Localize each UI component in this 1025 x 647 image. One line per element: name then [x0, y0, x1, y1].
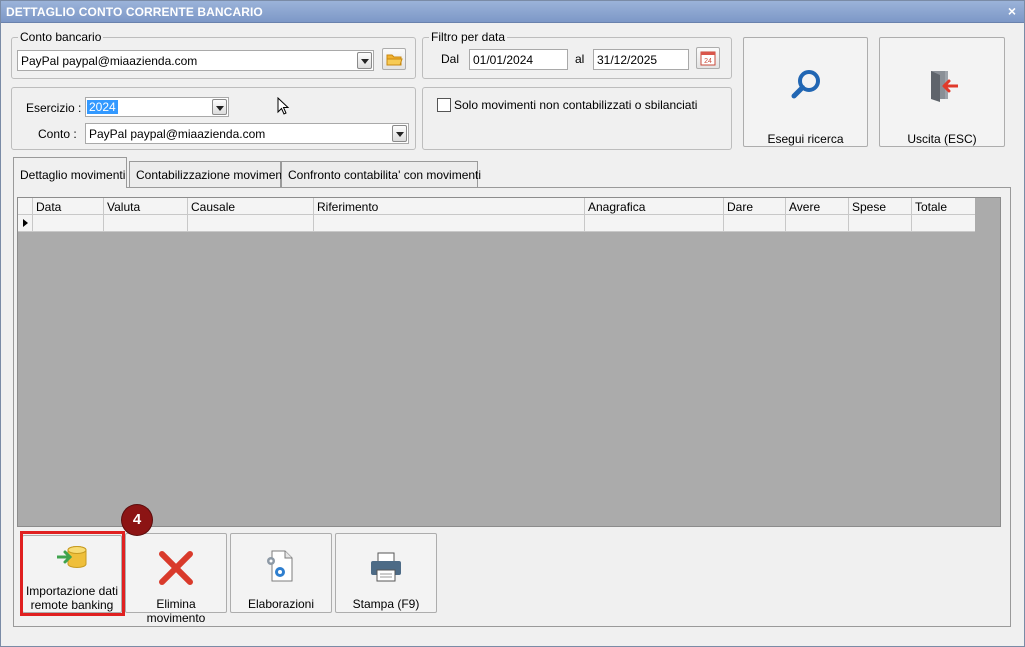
table-cell[interactable]	[723, 215, 785, 232]
column-header-avere[interactable]: Avere	[785, 198, 848, 215]
conto-label: Conto :	[38, 127, 77, 141]
mouse-cursor-icon	[277, 97, 290, 115]
conto-value: PayPal paypal@miaazienda.com	[89, 127, 266, 141]
folder-icon	[386, 54, 403, 66]
unposted-only-checkbox[interactable]	[437, 98, 451, 112]
window-title: DETTAGLIO CONTO CORRENTE BANCARIO	[6, 5, 263, 19]
calendar-day: 24	[704, 58, 712, 65]
grid-header: Data Valuta Causale Riferimento Anagrafi…	[18, 198, 975, 215]
esercizio-select[interactable]: 2024	[85, 97, 229, 117]
tab-confronto-contabilita[interactable]: Confronto contabilita' con movimenti	[281, 161, 482, 187]
column-header-valuta[interactable]: Valuta	[103, 198, 187, 215]
open-account-button[interactable]	[382, 48, 406, 70]
unposted-only-label: Solo movimenti non contabilizzati o sbil…	[454, 98, 698, 112]
processing-button-label: Elaborazioni	[247, 597, 315, 611]
main-window: DETTAGLIO CONTO CORRENTE BANCARIO × Cont…	[0, 0, 1025, 647]
row-indicator-icon	[18, 215, 32, 232]
al-label: al	[575, 52, 585, 66]
column-header-causale[interactable]: Causale	[187, 198, 313, 215]
tab-contabilizzazione-movimenti[interactable]: Contabilizzazione movimenti	[129, 161, 288, 187]
exit-button-label: Uscita (ESC)	[907, 132, 977, 146]
exit-door-icon	[931, 71, 958, 102]
column-header-dare[interactable]: Dare	[723, 198, 785, 215]
movements-grid[interactable]: Data Valuta Causale Riferimento Anagrafi…	[17, 197, 1001, 527]
column-header-spese[interactable]: Spese	[848, 198, 911, 215]
search-button-label: Esegui ricerca	[767, 132, 844, 146]
filtro-data-group: Filtro per data Dal 01/01/2024 al 31/12/…	[422, 30, 732, 79]
conto-bancario-group: Conto bancario PayPal paypal@miaazienda.…	[11, 30, 416, 79]
search-button[interactable]: Esegui ricerca	[743, 37, 868, 147]
tab-label: Confronto contabilita' con movimenti	[288, 168, 482, 182]
table-cell[interactable]	[103, 215, 187, 232]
tab-label: Contabilizzazione movimenti	[136, 168, 289, 182]
printer-icon	[371, 552, 401, 582]
processing-button[interactable]: Elaborazioni	[230, 533, 332, 613]
dal-label: Dal	[441, 52, 460, 66]
column-header-anagrafica[interactable]: Anagrafica	[584, 198, 723, 215]
search-icon	[791, 70, 820, 99]
table-cell[interactable]	[848, 215, 911, 232]
calendar-icon: 24	[700, 51, 716, 66]
filtro-data-legend: Filtro per data	[429, 30, 508, 44]
delete-button-label: Elimina movimento	[146, 597, 206, 625]
step-number-badge: 4	[122, 505, 152, 535]
table-cell[interactable]	[187, 215, 313, 232]
column-header-riferimento[interactable]: Riferimento	[313, 198, 584, 215]
esercizio-group: Esercizio : 2024 Conto : PayPal paypal@m…	[11, 87, 416, 150]
print-button[interactable]: Stampa (F9)	[335, 533, 437, 613]
step-highlight-box	[20, 531, 125, 616]
conto-select[interactable]: PayPal paypal@miaazienda.com	[85, 123, 409, 144]
esercizio-value: 2024	[87, 100, 118, 114]
chevron-down-icon[interactable]	[212, 99, 227, 115]
tab-dettaglio-movimenti[interactable]: Dettaglio movimenti	[13, 157, 127, 188]
conto-bancario-select[interactable]: PayPal paypal@miaazienda.com	[17, 50, 374, 71]
column-header-data[interactable]: Data	[32, 198, 103, 215]
table-cell[interactable]	[584, 215, 723, 232]
close-icon[interactable]: ×	[1008, 3, 1016, 19]
date-from-input[interactable]: 01/01/2024	[469, 49, 568, 70]
column-header-totale[interactable]: Totale	[911, 198, 975, 215]
table-row[interactable]	[18, 215, 975, 232]
filter-option-group: Solo movimenti non contabilizzati o sbil…	[422, 87, 732, 150]
title-bar: DETTAGLIO CONTO CORRENTE BANCARIO ×	[1, 1, 1024, 23]
chevron-down-icon[interactable]	[392, 125, 407, 142]
conto-bancario-legend: Conto bancario	[18, 30, 104, 44]
table-cell[interactable]	[911, 215, 975, 232]
table-cell[interactable]	[313, 215, 584, 232]
print-button-label: Stampa (F9)	[352, 597, 420, 611]
delete-x-icon	[159, 551, 193, 585]
document-gear-icon	[267, 550, 293, 582]
table-cell[interactable]	[785, 215, 848, 232]
chevron-down-icon[interactable]	[357, 52, 372, 69]
table-cell[interactable]	[32, 215, 103, 232]
date-to-input[interactable]: 31/12/2025	[593, 49, 689, 70]
exit-button[interactable]: Uscita (ESC)	[879, 37, 1005, 147]
calendar-button[interactable]: 24	[696, 47, 720, 69]
delete-movement-button[interactable]: Elimina movimento	[125, 533, 227, 625]
esercizio-label: Esercizio :	[26, 101, 82, 115]
tab-label: Dettaglio movimenti	[20, 168, 126, 182]
conto-bancario-value: PayPal paypal@miaazienda.com	[21, 54, 198, 68]
